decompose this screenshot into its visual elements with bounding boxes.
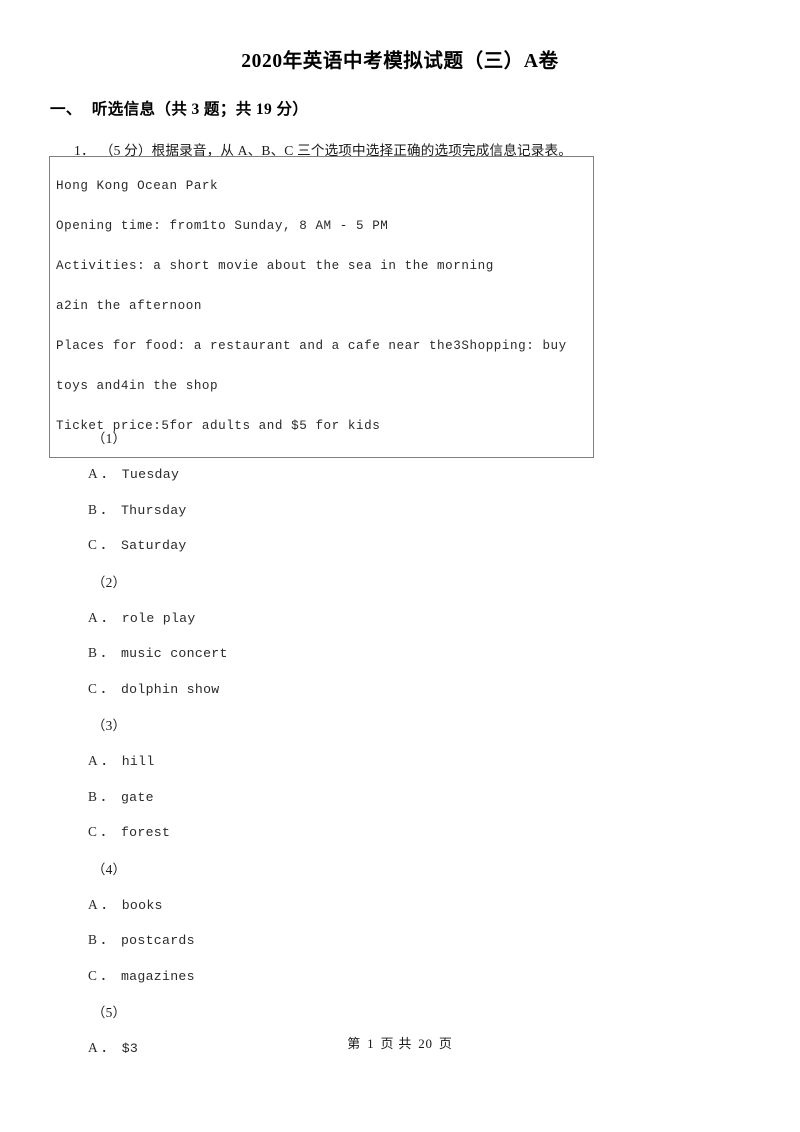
option-row[interactable]: C ． forest — [0, 815, 800, 851]
option-dot: ． — [100, 967, 114, 983]
option-dot: ． — [100, 753, 115, 768]
option-letter: B — [88, 645, 98, 660]
option-letter: B — [88, 788, 98, 804]
passage-line: Activities: a short movie about the sea … — [56, 259, 494, 273]
group-label: （3） — [92, 718, 127, 733]
passage-box: Hong Kong Ocean Park Opening time: from1… — [49, 156, 594, 458]
footer-middle: 页 共 — [380, 1036, 413, 1051]
option-text: role play — [121, 610, 196, 626]
option-row[interactable]: B ． postcards — [0, 923, 800, 959]
option-text: Tuesday — [121, 467, 180, 482]
answer-group-3: （3） A ． hill B ． gate C ． forest — [0, 707, 800, 851]
question-stem: 1． （5 分）根据录音，从 A、B、C 三个选项中选择正确的选项完成信息记录表。 — [0, 119, 800, 159]
option-row[interactable]: A ． books — [0, 888, 800, 924]
option-text: dolphin show — [120, 681, 220, 697]
option-text: music concert — [120, 646, 228, 661]
option-row[interactable]: B ． music concert — [0, 636, 800, 672]
option-dot: ． — [100, 896, 115, 912]
answer-group-1: （1） A ． Tuesday B ． Thursday C ． Saturday — [0, 420, 800, 564]
option-letter: B — [88, 501, 98, 517]
option-text: hill — [121, 754, 155, 769]
option-row[interactable]: C ． dolphin show — [0, 672, 800, 708]
option-dot: ． — [100, 501, 114, 517]
answer-group-4: （4） A ． books B ． postcards C ． magazines — [0, 851, 800, 995]
passage-line: Hong Kong Ocean Park — [56, 179, 219, 193]
option-row[interactable]: B ． gate — [0, 780, 800, 816]
option-letter: B — [88, 932, 98, 947]
answer-group-2: （2） A ． role play B ． music concert C ． dolphi… — [0, 564, 800, 708]
option-dot: ． — [100, 680, 114, 696]
option-letter: A — [88, 466, 98, 481]
section-title: 听选信息（共 3 题；共 19 分） — [91, 101, 309, 118]
option-letter: A — [88, 609, 98, 625]
page-footer: 第 1 页 共 20 页 — [0, 1033, 800, 1052]
group-label: （5） — [92, 1005, 127, 1020]
section-heading: 一、 听选信息（共 3 题；共 19 分） — [0, 73, 800, 119]
option-row[interactable]: A ． role play — [0, 601, 800, 637]
option-dot: ． — [100, 932, 114, 947]
section-number: 一、 — [50, 101, 82, 118]
option-letter: C — [88, 537, 98, 552]
option-text: postcards — [120, 933, 195, 948]
option-dot: ． — [100, 537, 114, 552]
option-text: Thursday — [120, 502, 187, 518]
option-letter: A — [88, 896, 98, 912]
option-dot: ． — [100, 466, 115, 481]
option-row[interactable]: A ． Tuesday — [0, 457, 800, 493]
option-row[interactable]: C ． Saturday — [0, 528, 800, 564]
footer-suffix: 页 — [438, 1036, 453, 1051]
group-label: （2） — [92, 574, 127, 590]
option-letter: C — [88, 824, 98, 839]
option-text: magazines — [120, 968, 195, 984]
passage-line: Opening time: from1to Sunday, 8 AM - 5 P… — [56, 219, 389, 233]
option-dot: ． — [100, 824, 114, 839]
page-title: 2020年英语中考模拟试题（三）A卷 — [241, 51, 559, 72]
passage-line: a2in the afternoon — [56, 299, 202, 313]
option-row[interactable]: C ． magazines — [0, 959, 800, 995]
answer-groups: （1） A ． Tuesday B ． Thursday C ． Saturday （2） … — [0, 420, 800, 1067]
answer-group-5: （5） A ． $3 — [0, 994, 800, 1067]
footer-total-pages: 20 — [418, 1036, 433, 1051]
option-letter: C — [88, 967, 98, 983]
document-page: 2020年英语中考模拟试题（三）A卷 一、 听选信息（共 3 题；共 19 分） … — [0, 0, 800, 1132]
option-text: forest — [120, 825, 171, 840]
footer-prefix: 第 — [347, 1036, 362, 1051]
group-label: （4） — [92, 861, 127, 877]
option-letter: A — [88, 753, 98, 768]
option-text: Saturday — [120, 538, 187, 553]
option-row[interactable]: B ． Thursday — [0, 493, 800, 529]
option-text: books — [121, 897, 163, 913]
option-row[interactable]: A ． hill — [0, 744, 800, 780]
option-letter: C — [88, 680, 98, 696]
option-dot: ． — [100, 788, 114, 804]
group-label: （1） — [92, 431, 127, 446]
option-text: gate — [120, 789, 154, 805]
option-dot: ． — [100, 645, 114, 660]
footer-current-page: 1 — [367, 1036, 375, 1051]
passage-line: Places for food: a restaurant and a cafe… — [56, 339, 567, 393]
option-dot: ． — [100, 609, 115, 625]
